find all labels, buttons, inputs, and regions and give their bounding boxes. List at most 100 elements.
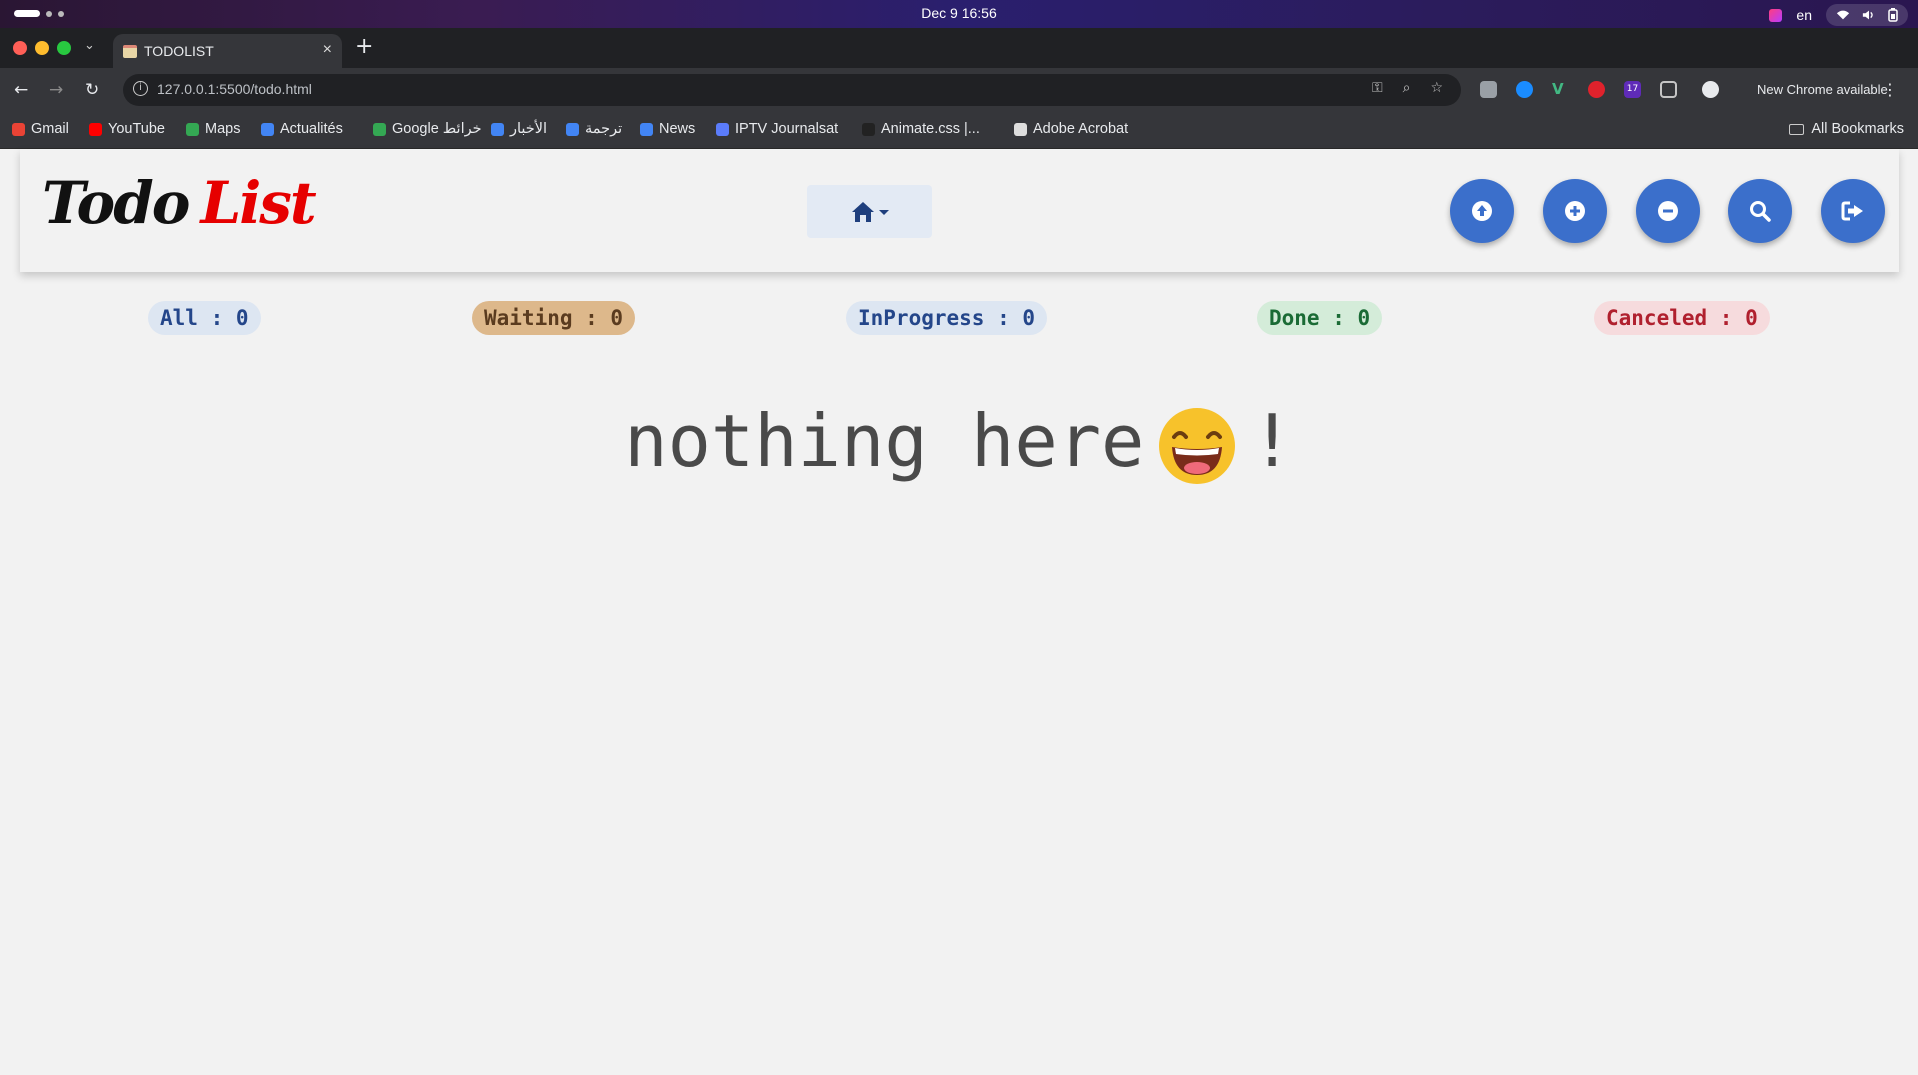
bookmark-item[interactable]: ترجمة (566, 121, 622, 137)
remove-button[interactable] (1636, 179, 1700, 243)
url-text[interactable]: 127.0.0.1:5500/todo.html (157, 81, 312, 97)
bookmark-item[interactable]: Maps (186, 121, 240, 137)
forward-icon[interactable]: → (49, 80, 63, 100)
bookmark-favicon-icon (89, 122, 102, 136)
bookmark-star-icon[interactable]: ☆ (1430, 80, 1443, 96)
bookmark-favicon-icon (186, 122, 199, 136)
search-button[interactable] (1728, 179, 1792, 243)
all-bookmarks-button[interactable]: All Bookmarks (1789, 121, 1904, 137)
bookmark-label: Maps (205, 121, 241, 137)
filter-inprogress-badge[interactable]: InProgress : 0 (846, 301, 1048, 335)
logout-button[interactable] (1821, 179, 1885, 243)
grinning-face-icon (1159, 408, 1236, 485)
address-bar[interactable]: i 127.0.0.1:5500/todo.html ⚿ ⌕ ☆ (123, 74, 1461, 106)
bookmark-item[interactable]: الأخبار (491, 121, 547, 137)
filter-all-badge[interactable]: All : 0 (148, 301, 261, 335)
bookmark-label: الأخبار (510, 121, 548, 137)
bookmark-favicon-icon (1014, 122, 1027, 136)
bookmark-favicon-icon (716, 122, 729, 136)
arrow-up-circle-icon (1472, 201, 1492, 221)
sign-out-icon (1841, 201, 1863, 221)
wifi-icon (1836, 10, 1850, 20)
empty-state-text: nothing here (624, 399, 1145, 483)
window-controls (13, 41, 71, 55)
battery-icon (1888, 8, 1898, 22)
os-clock[interactable]: Dec 9 16:56 (0, 5, 1918, 21)
bookmark-item[interactable]: News (640, 121, 695, 137)
filter-waiting-badge[interactable]: Waiting : 0 (472, 301, 636, 335)
zoom-icon[interactable]: ⌕ (1403, 80, 1411, 96)
volume-icon (1862, 10, 1873, 20)
bookmark-label: Google خرائط (392, 121, 482, 137)
bookmark-item[interactable]: Adobe Acrobat (1014, 121, 1128, 137)
chevron-down-icon[interactable]: ⌄ (84, 38, 95, 53)
maximize-window-button[interactable] (57, 41, 71, 55)
bookmark-item[interactable]: YouTube (89, 121, 165, 137)
caret-down-icon (878, 210, 889, 215)
bookmark-favicon-icon (566, 122, 579, 136)
system-tray[interactable] (1826, 4, 1908, 26)
bookmark-favicon-icon (261, 122, 274, 136)
extensions-puzzle-icon[interactable] (1660, 81, 1677, 98)
extensions-area: V 17 (1480, 81, 1719, 98)
search-icon (1750, 201, 1771, 222)
upload-button[interactable] (1450, 179, 1514, 243)
tab-strip: ⌄ TODOLIST × + (0, 28, 1918, 68)
empty-state-message: nothing here ! (0, 399, 1918, 485)
bookmark-item[interactable]: IPTV Journalsat (716, 121, 838, 137)
bookmark-item[interactable]: Actualités (261, 121, 343, 137)
add-button[interactable] (1543, 179, 1607, 243)
minimize-window-button[interactable] (35, 41, 49, 55)
bookmark-favicon-icon (862, 122, 875, 136)
extension-vue-icon[interactable]: V (1552, 81, 1569, 98)
tab-title: TODOLIST (144, 43, 214, 59)
empty-state-exclamation: ! (1250, 399, 1294, 483)
password-key-icon[interactable]: ⚿ (1372, 80, 1383, 96)
bookmark-item[interactable]: Gmail (12, 121, 69, 137)
bookmark-label: Animate.css |... (881, 121, 980, 137)
home-icon (851, 201, 874, 222)
close-window-button[interactable] (13, 41, 27, 55)
filter-done-badge[interactable]: Done : 0 (1257, 301, 1383, 335)
page-content: Todo List All: 0 Waiting: 0 InProgress… (0, 149, 1918, 1075)
extension-printer-icon[interactable] (1480, 81, 1497, 98)
app-logo: Todo List (42, 169, 317, 237)
bookmark-label: ترجمة (585, 121, 623, 137)
language-indicator[interactable]: en (1796, 7, 1812, 23)
app-header: Todo List (20, 149, 1899, 272)
extension-hand-icon[interactable] (1588, 81, 1605, 98)
bookmark-favicon-icon (640, 122, 653, 136)
bookmark-favicon-icon (373, 122, 386, 136)
close-tab-icon[interactable]: × (323, 41, 332, 59)
new-tab-icon[interactable]: + (355, 34, 373, 59)
minus-circle-icon (1658, 201, 1678, 221)
page-favicon-icon (123, 45, 137, 58)
bookmark-item[interactable]: Google خرائط (373, 121, 482, 137)
tab-todolist[interactable]: TODOLIST × (113, 34, 342, 68)
bookmark-label: News (659, 121, 696, 137)
plus-circle-icon (1565, 201, 1585, 221)
bookmark-label: IPTV Journalsat (735, 121, 839, 137)
bookmark-label: Adobe Acrobat (1033, 121, 1129, 137)
logo-todo: Todo (42, 169, 190, 237)
extension-shazam-icon[interactable] (1516, 81, 1533, 98)
extension-badge-icon[interactable]: 17 (1624, 81, 1641, 98)
bookmark-item[interactable]: Animate.css |... (862, 121, 980, 137)
back-icon[interactable]: ← (14, 80, 28, 100)
site-info-icon[interactable]: i (133, 81, 148, 96)
os-top-bar: Dec 9 16:56 en (0, 0, 1918, 28)
profile-avatar-icon[interactable] (1702, 81, 1719, 98)
bookmark-label: Actualités (280, 121, 343, 137)
more-menu-icon[interactable]: ⋮ (1882, 80, 1898, 99)
color-picker-icon[interactable] (1769, 8, 1783, 22)
bookmarks-bar: All Bookmarks Gmail YouTube Maps Actualités… (0, 112, 1918, 149)
filter-canceled-badge[interactable]: Canceled : 0 (1594, 301, 1770, 335)
bookmark-label: Gmail (31, 121, 69, 137)
home-dropdown-button[interactable] (807, 185, 932, 238)
chrome-update-button[interactable]: New Chrome available (1757, 82, 1888, 97)
all-bookmarks-label: All Bookmarks (1811, 121, 1904, 137)
bookmark-favicon-icon (12, 122, 25, 136)
logo-list: List (200, 169, 316, 237)
reload-icon[interactable]: ↻ (85, 80, 99, 100)
folder-icon (1789, 123, 1805, 135)
